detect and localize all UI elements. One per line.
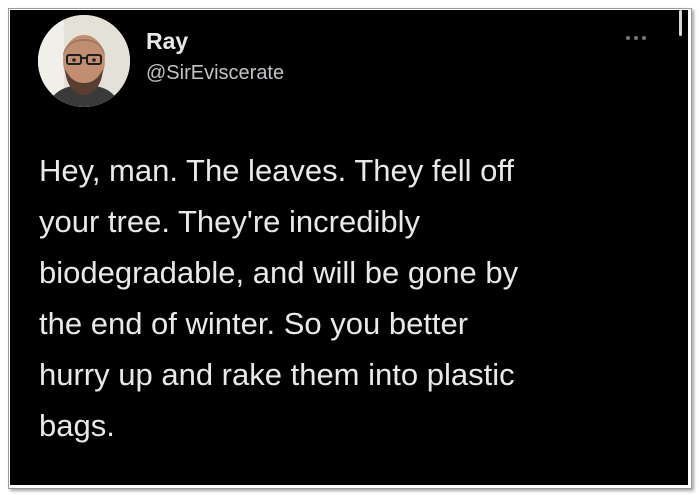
tweet-card: Ray @SirEviscerate Hey, man. The leaves.… xyxy=(10,10,688,485)
more-dot xyxy=(626,36,630,40)
tweet-text: Hey, man. The leaves. They fell off your… xyxy=(39,153,519,443)
display-name[interactable]: Ray xyxy=(146,28,188,55)
more-options-icon[interactable] xyxy=(626,36,656,46)
more-dot xyxy=(642,36,646,40)
more-dot xyxy=(634,36,638,40)
avatar-image xyxy=(38,15,130,107)
scrollbar-thumb[interactable] xyxy=(679,10,682,36)
username-handle[interactable]: @SirEviscerate xyxy=(146,62,284,85)
scrollbar[interactable] xyxy=(677,10,683,46)
avatar[interactable] xyxy=(38,15,130,107)
